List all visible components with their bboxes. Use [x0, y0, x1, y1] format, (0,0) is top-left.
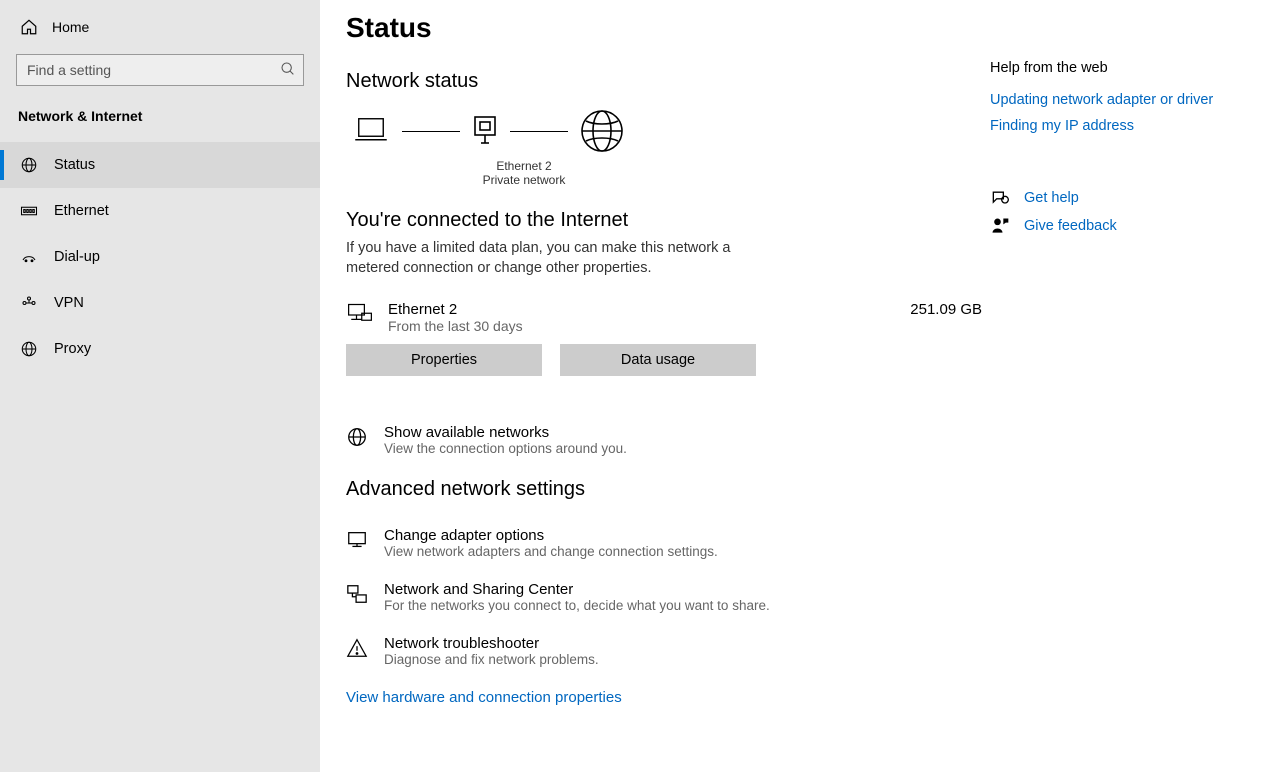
network-troubleshooter[interactable]: Network troubleshooter Diagnose and fix … [346, 635, 986, 667]
sidebar-item-ethernet[interactable]: Ethernet [0, 188, 320, 234]
sidebar-item-label: VPN [54, 295, 84, 311]
sidebar-item-label: Dial-up [54, 249, 100, 265]
search-container [16, 54, 304, 86]
diagram-adapter-name: Ethernet 2 [454, 159, 594, 173]
help-rail: Help from the web Updating network adapt… [986, 12, 1266, 772]
advanced-heading: Advanced network settings [346, 478, 986, 501]
view-hardware-link[interactable]: View hardware and connection properties [346, 689, 622, 706]
sidebar-item-label: Proxy [54, 341, 91, 357]
change-adapter-options[interactable]: Change adapter options View network adap… [346, 527, 986, 559]
page-title: Status [346, 12, 986, 44]
search-input[interactable] [16, 54, 304, 86]
laptop-icon [350, 110, 392, 152]
network-sharing-center[interactable]: Network and Sharing Center For the netwo… [346, 581, 986, 613]
give-feedback-link[interactable]: Give feedback [1024, 218, 1117, 234]
rail-link-adapter-driver[interactable]: Updating network adapter or driver [990, 92, 1266, 108]
vpn-icon [20, 294, 38, 312]
dialup-icon [20, 248, 38, 266]
sidebar-item-label: Ethernet [54, 203, 109, 219]
home-icon [20, 18, 38, 36]
show-networks-title: Show available networks [384, 424, 627, 441]
connected-desc: If you have a limited data plan, you can… [346, 238, 766, 279]
proxy-icon [20, 340, 38, 358]
section-title: Network & Internet [0, 108, 320, 142]
network-status-heading: Network status [346, 70, 986, 93]
connected-heading: You're connected to the Internet [346, 209, 986, 232]
data-usage-amount: 251.09 GB [910, 301, 986, 318]
sidebar-item-vpn[interactable]: VPN [0, 280, 320, 326]
troubleshoot-title: Network troubleshooter [384, 635, 599, 652]
globe-icon [578, 107, 626, 155]
sidebar-item-proxy[interactable]: Proxy [0, 326, 320, 372]
home-button[interactable]: Home [0, 12, 320, 42]
change-adapter-desc: View network adapters and change connect… [384, 544, 718, 559]
sidebar-item-dialup[interactable]: Dial-up [0, 234, 320, 280]
get-help-link[interactable]: Get help [1024, 190, 1079, 206]
show-available-networks[interactable]: Show available networks View the connect… [346, 424, 986, 456]
adapter-options-icon [346, 529, 368, 551]
rail-heading: Help from the web [990, 60, 1266, 76]
ethernet-icon [20, 202, 38, 220]
sidebar: Home Network & Internet Status [0, 0, 320, 772]
get-help-icon [990, 188, 1010, 208]
adapter-row: Ethernet 2 From the last 30 days 251.09 … [346, 301, 986, 334]
globe-icon [20, 156, 38, 174]
adapter-period: From the last 30 days [388, 318, 896, 334]
properties-button[interactable]: Properties [346, 344, 542, 376]
troubleshooter-icon [346, 637, 368, 659]
globe-icon [346, 426, 368, 448]
sharing-title: Network and Sharing Center [384, 581, 770, 598]
adapter-name: Ethernet 2 [388, 301, 896, 318]
rail-link-ip-address[interactable]: Finding my IP address [990, 118, 1266, 134]
sharing-icon [346, 583, 368, 605]
feedback-icon [990, 216, 1010, 236]
adapter-icon [470, 113, 500, 149]
main: Status Network status [320, 0, 1274, 772]
sidebar-item-status[interactable]: Status [0, 142, 320, 188]
data-usage-button[interactable]: Data usage [560, 344, 756, 376]
diagram-labels: Ethernet 2 Private network [454, 159, 594, 187]
adapter-rows-icon [346, 301, 374, 329]
show-networks-desc: View the connection options around you. [384, 441, 627, 456]
home-label: Home [52, 19, 89, 35]
network-diagram [346, 107, 986, 155]
diagram-network-type: Private network [454, 173, 594, 187]
troubleshoot-desc: Diagnose and fix network problems. [384, 652, 599, 667]
sharing-desc: For the networks you connect to, decide … [384, 598, 770, 613]
get-help-row[interactable]: Get help [990, 188, 1266, 208]
sidebar-item-label: Status [54, 157, 95, 173]
change-adapter-title: Change adapter options [384, 527, 718, 544]
give-feedback-row[interactable]: Give feedback [990, 216, 1266, 236]
